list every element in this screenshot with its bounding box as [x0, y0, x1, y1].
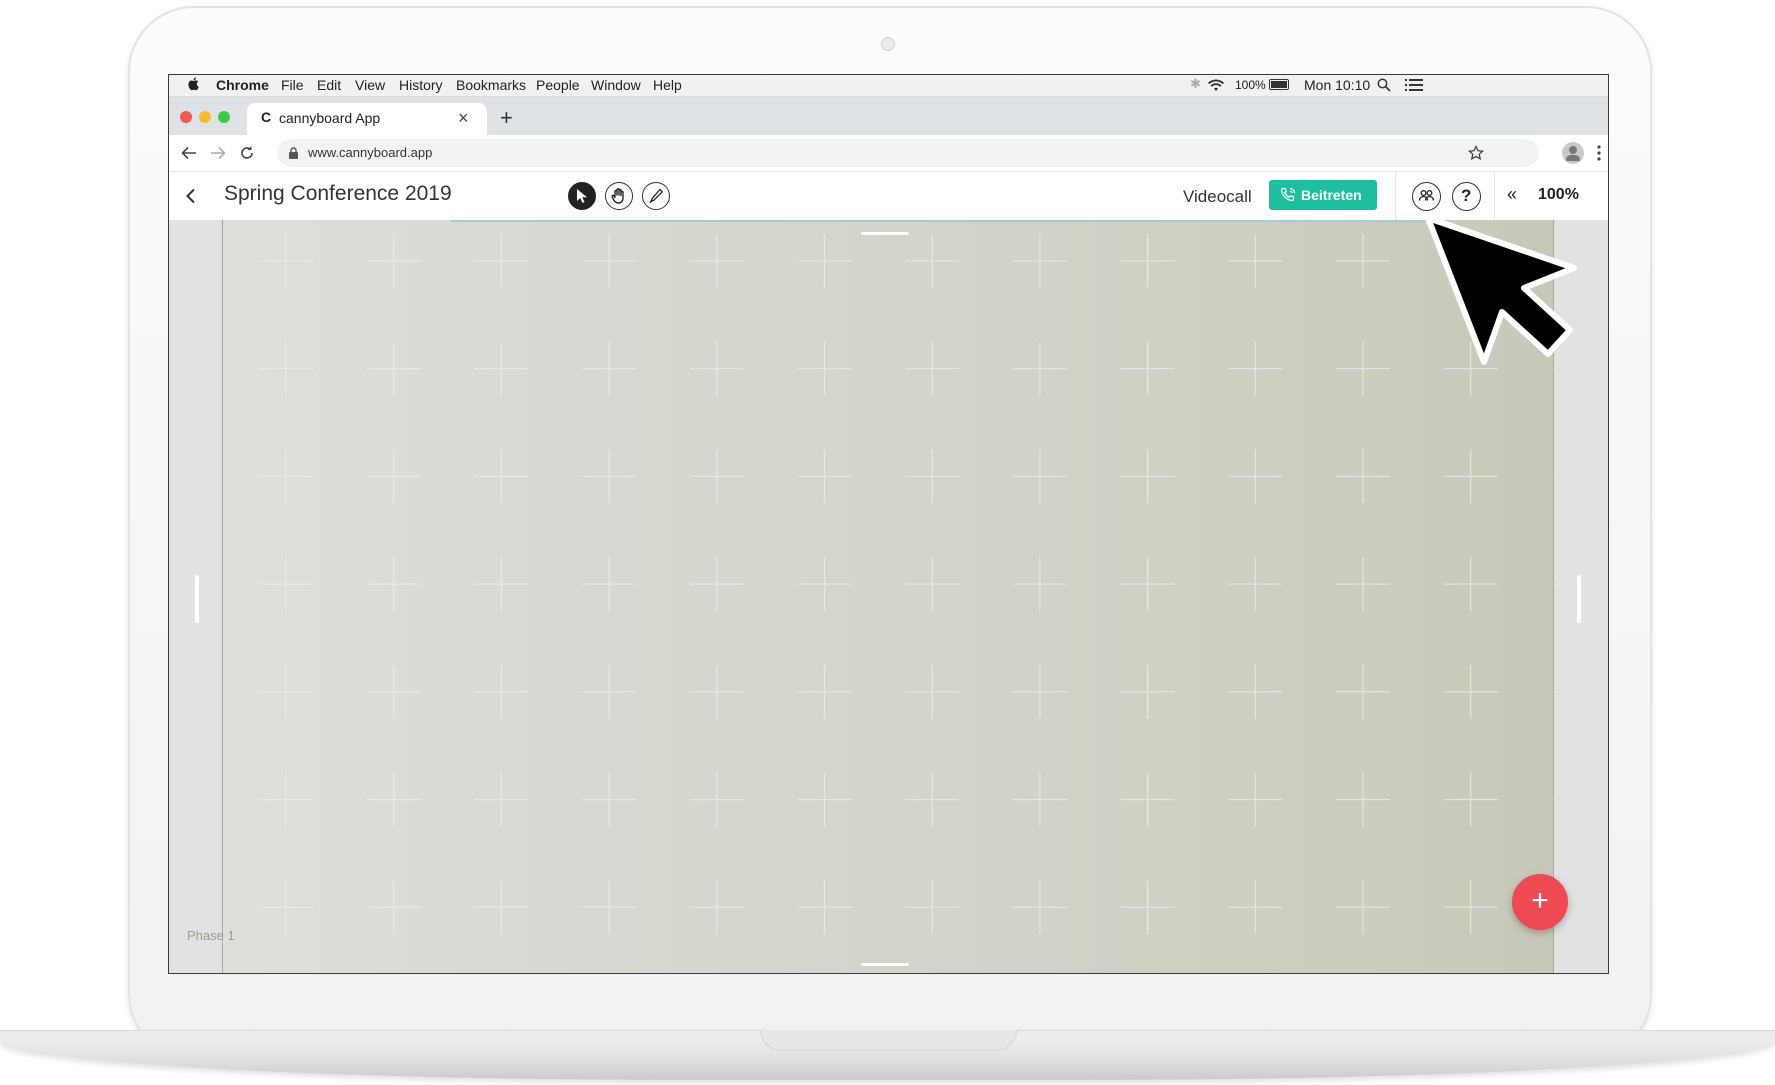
header-divider-2: [1494, 172, 1495, 220]
hand-tool-button[interactable]: [605, 182, 633, 210]
menu-help[interactable]: Help: [653, 77, 682, 93]
add-item-button[interactable]: +: [1512, 874, 1568, 930]
pointer-icon: [577, 189, 587, 203]
browser-toolbar: www.cannyboard.app: [169, 135, 1608, 172]
participants-icon: [1418, 190, 1435, 201]
webcam: [881, 37, 895, 51]
board-canvas[interactable]: [222, 220, 1554, 973]
pen-icon: [649, 188, 663, 204]
menu-bookmarks[interactable]: Bookmarks: [456, 77, 526, 93]
menu-file[interactable]: File: [281, 77, 304, 93]
menu-app-name[interactable]: Chrome: [216, 77, 269, 93]
spotlight-search-icon[interactable]: [1377, 78, 1391, 92]
tab-close-icon[interactable]: ×: [458, 108, 469, 129]
videocall-label: Videocall: [1183, 187, 1252, 206]
menu-view[interactable]: View: [355, 77, 385, 93]
resize-handle-top[interactable]: [861, 232, 909, 235]
battery-icon[interactable]: [1269, 79, 1289, 90]
back-chevron-icon[interactable]: [185, 188, 197, 204]
forward-arrow-icon[interactable]: [210, 146, 226, 160]
menu-edit[interactable]: Edit: [317, 77, 341, 93]
browser-tab[interactable]: C cannyboard App ×: [247, 103, 487, 135]
menu-clock[interactable]: Mon 10:10: [1304, 77, 1370, 93]
board-viewport[interactable]: Phase 1 +: [169, 220, 1608, 973]
menu-people[interactable]: People: [536, 77, 580, 93]
join-button-label: Beitreten: [1301, 187, 1362, 203]
menu-window[interactable]: Window: [591, 77, 641, 93]
board-grid: [223, 220, 1553, 973]
wifi-icon[interactable]: [1207, 78, 1225, 92]
window-close-button[interactable]: [180, 111, 192, 123]
bookmark-star-icon[interactable]: [1468, 145, 1484, 161]
apple-icon[interactable]: [187, 76, 199, 91]
board-title[interactable]: Spring Conference 2019: [224, 182, 452, 206]
help-question-icon: ?: [1461, 186, 1472, 205]
reload-icon[interactable]: [239, 145, 255, 161]
join-videocall-button[interactable]: Beitreten: [1269, 180, 1377, 210]
header-divider: [1395, 172, 1396, 220]
back-arrow-icon[interactable]: [181, 146, 197, 160]
window-zoom-button[interactable]: [218, 111, 230, 123]
notification-center-icon[interactable]: [1405, 79, 1423, 91]
window-minimize-button[interactable]: [199, 111, 211, 123]
url-text[interactable]: www.cannyboard.app: [308, 145, 432, 160]
participants-button[interactable]: [1412, 182, 1441, 211]
mouse-cursor-icon: [1425, 215, 1577, 365]
lock-icon[interactable]: [289, 147, 298, 159]
battery-percent: 100%: [1235, 78, 1266, 92]
zoom-level[interactable]: 100%: [1538, 186, 1579, 204]
screen: Chrome File Edit View History Bookmarks …: [168, 74, 1609, 974]
chrome-menu-icon[interactable]: [1597, 145, 1601, 161]
hand-icon: [611, 188, 624, 204]
cannyboard-logo-icon: C: [261, 109, 272, 125]
collapse-zoom-icon[interactable]: «: [1507, 184, 1517, 205]
laptop-notch: [760, 1030, 1017, 1051]
help-button[interactable]: ?: [1452, 182, 1481, 211]
resize-handle-left[interactable]: [195, 575, 199, 623]
menu-history[interactable]: History: [399, 77, 443, 93]
bluetooth-icon[interactable]: ✱: [1190, 76, 1201, 92]
app-header: Spring Conference 2019 Videocall Beitret…: [169, 172, 1608, 221]
phone-icon: [1280, 187, 1296, 202]
pen-tool-button[interactable]: [642, 182, 670, 210]
profile-avatar-icon[interactable]: [1562, 142, 1584, 164]
new-tab-button[interactable]: +: [500, 105, 513, 131]
resize-handle-bottom[interactable]: [861, 963, 909, 966]
browser-tabstrip: C cannyboard App × +: [169, 97, 1608, 135]
resize-handle-right[interactable]: [1577, 575, 1581, 623]
mac-menubar: Chrome File Edit View History Bookmarks …: [169, 75, 1608, 97]
address-bar[interactable]: www.cannyboard.app: [277, 139, 1539, 167]
phase-label: Phase 1: [187, 928, 235, 943]
tab-title: cannyboard App: [279, 110, 381, 126]
pointer-tool-button[interactable]: [568, 182, 596, 210]
